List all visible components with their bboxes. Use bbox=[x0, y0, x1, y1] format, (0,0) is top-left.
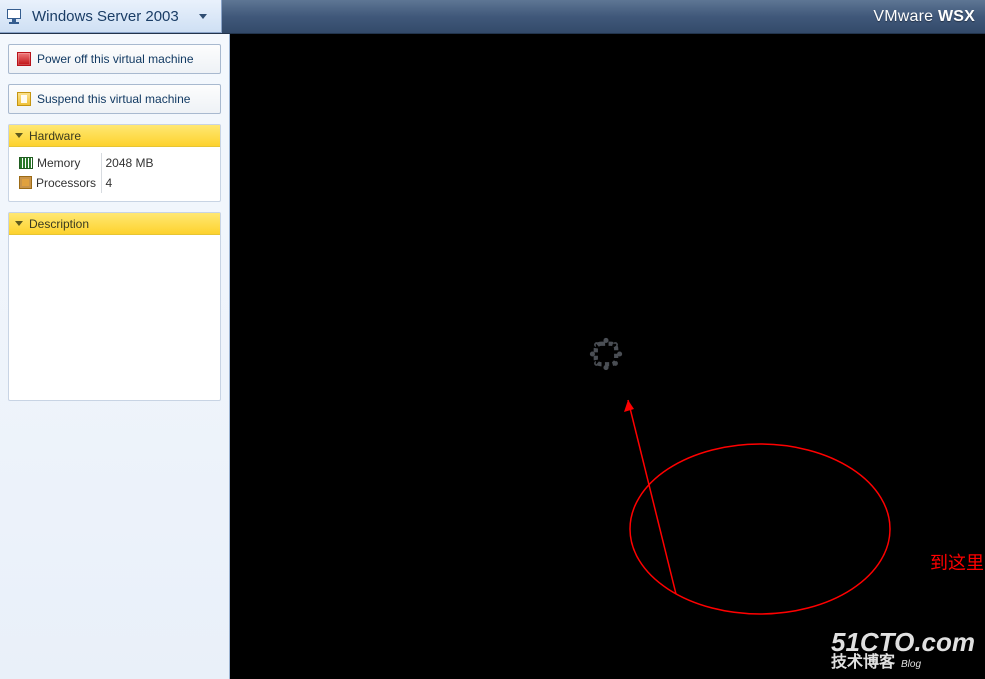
brand-label: VMware WSX bbox=[873, 8, 975, 26]
hardware-panel-header[interactable]: Hardware bbox=[9, 125, 220, 147]
suspend-icon bbox=[17, 92, 31, 106]
chevron-down-icon bbox=[15, 221, 23, 226]
suspend-button[interactable]: Suspend this virtual machine bbox=[8, 84, 221, 114]
power-off-icon bbox=[17, 52, 31, 66]
description-input[interactable] bbox=[9, 235, 220, 395]
hardware-panel: Hardware Memory 2048 MB Processors 4 bbox=[8, 124, 221, 202]
vm-title-label: Windows Server 2003 bbox=[32, 8, 179, 25]
memory-label: Memory bbox=[37, 156, 80, 170]
description-header-label: Description bbox=[29, 217, 89, 231]
suspend-label: Suspend this virtual machine bbox=[37, 92, 190, 106]
watermark-main: 51CTO.com bbox=[831, 629, 975, 655]
description-panel: Description bbox=[8, 212, 221, 401]
hardware-header-label: Hardware bbox=[29, 129, 81, 143]
processors-label: Processors bbox=[36, 176, 96, 190]
top-bar: Windows Server 2003 VMware WSX bbox=[0, 0, 985, 34]
annotation-text: 到这里就一直停留 bbox=[930, 549, 985, 575]
vm-console[interactable]: 到这里就一直停留 51CTO.com 技术博客Blog bbox=[230, 34, 985, 679]
watermark-sub: 技术博客Blog bbox=[831, 655, 975, 671]
chevron-down-icon bbox=[15, 133, 23, 138]
table-row[interactable]: Processors 4 bbox=[15, 173, 214, 193]
cpu-icon bbox=[19, 176, 32, 189]
chevron-down-icon bbox=[199, 14, 207, 19]
memory-icon bbox=[19, 157, 33, 169]
vm-title-dropdown[interactable]: Windows Server 2003 bbox=[0, 0, 222, 33]
processors-value: 4 bbox=[101, 173, 214, 193]
loading-spinner-icon bbox=[588, 337, 624, 371]
sidebar: Power off this virtual machine Suspend t… bbox=[0, 34, 230, 679]
monitor-icon bbox=[6, 8, 24, 24]
power-off-button[interactable]: Power off this virtual machine bbox=[8, 44, 221, 74]
memory-value: 2048 MB bbox=[101, 153, 214, 173]
table-row[interactable]: Memory 2048 MB bbox=[15, 153, 214, 173]
watermark: 51CTO.com 技术博客Blog bbox=[831, 629, 975, 671]
power-off-label: Power off this virtual machine bbox=[37, 52, 194, 66]
main-area: Power off this virtual machine Suspend t… bbox=[0, 34, 985, 679]
hardware-panel-body: Memory 2048 MB Processors 4 bbox=[9, 147, 220, 201]
hardware-table: Memory 2048 MB Processors 4 bbox=[15, 153, 214, 193]
description-panel-header[interactable]: Description bbox=[9, 213, 220, 235]
